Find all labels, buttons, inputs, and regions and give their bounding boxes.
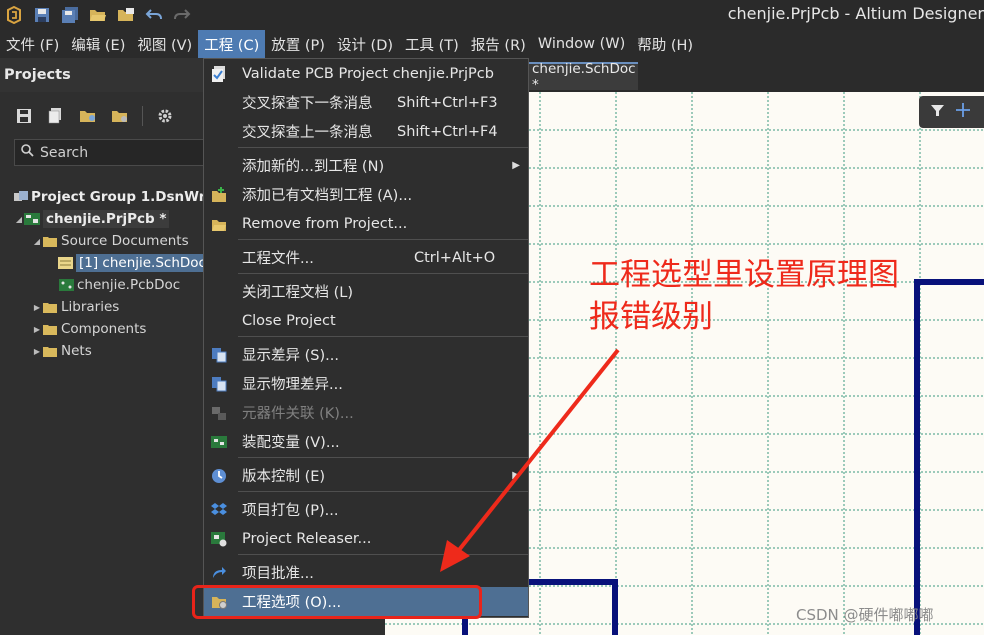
- watermark: CSDN @硬件嘟嘟嘟: [796, 606, 934, 624]
- annotation-highlight-box: [192, 585, 482, 619]
- annotation-text: 工程选型里设置原理图报错级别: [589, 257, 899, 335]
